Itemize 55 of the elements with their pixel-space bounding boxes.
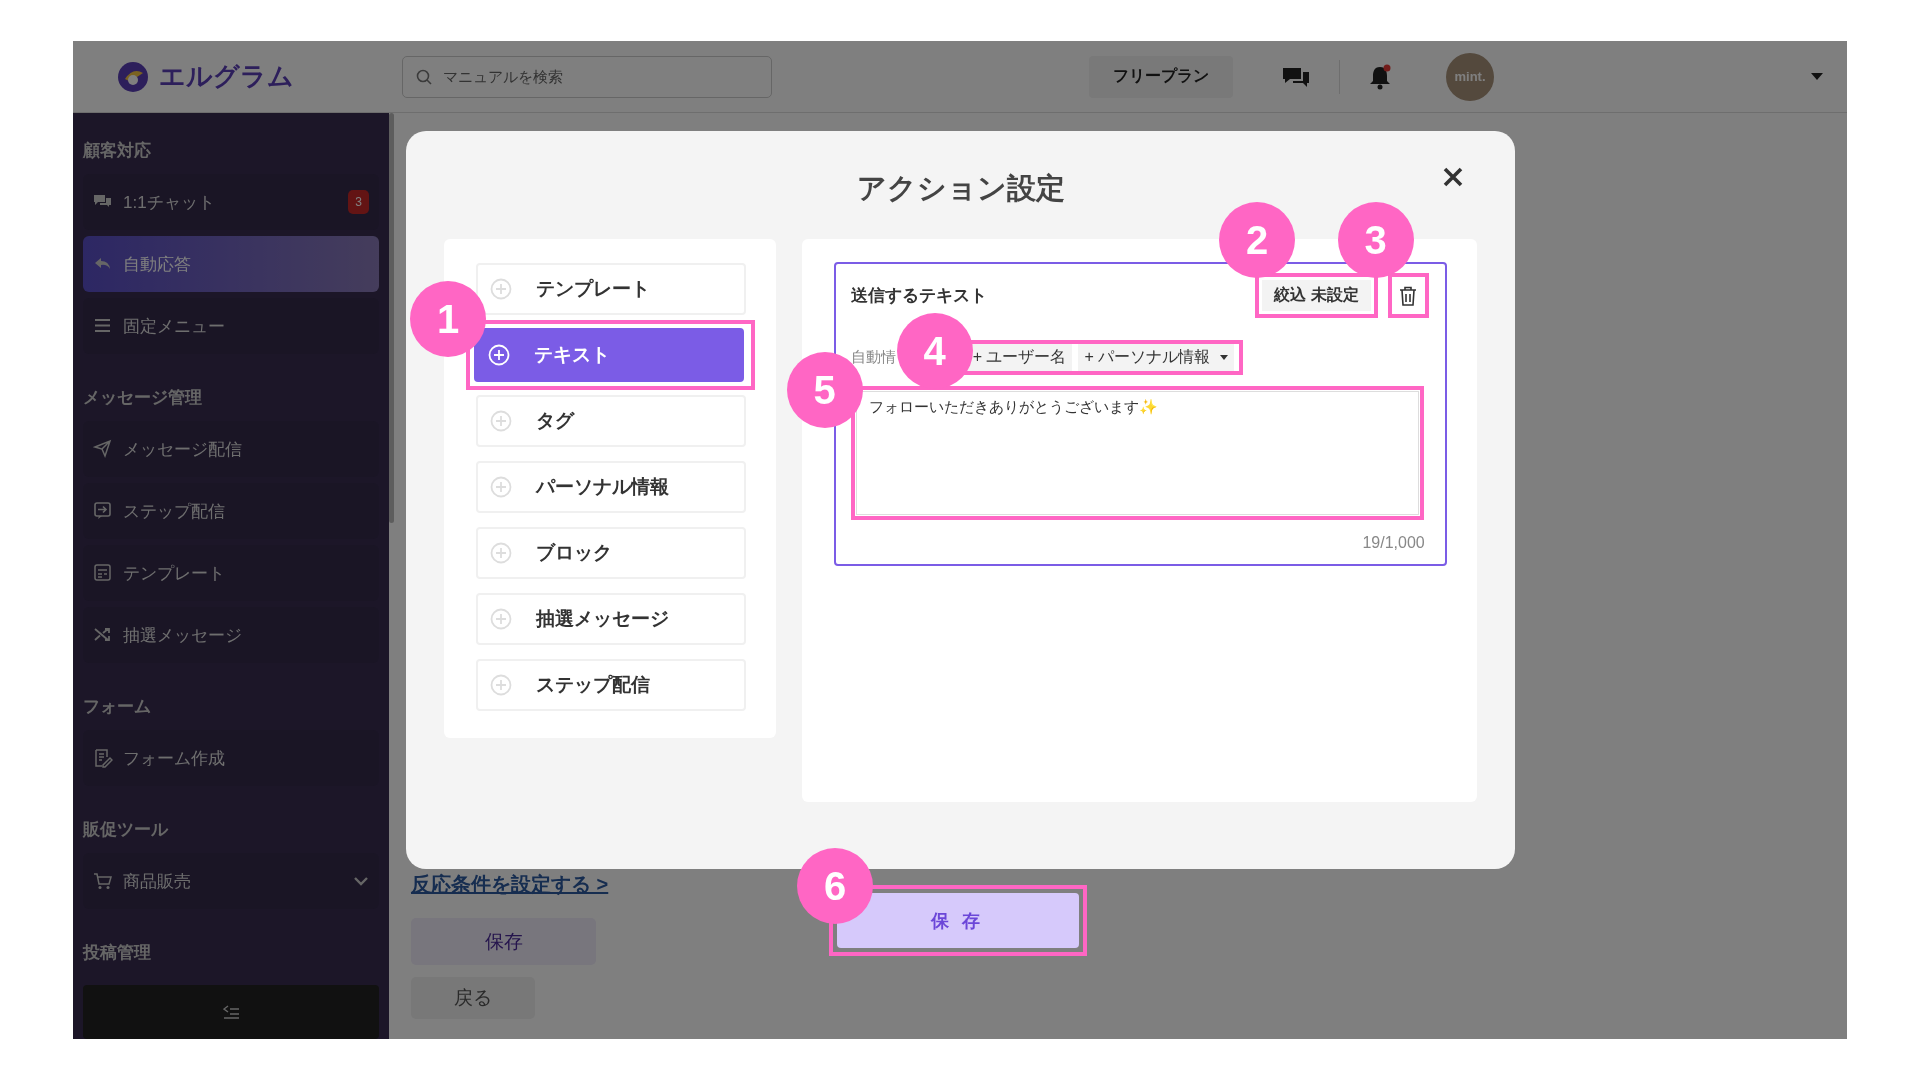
avatar[interactable]: mint.: [1446, 52, 1494, 101]
card-icon: [93, 563, 113, 583]
plus-circle-icon: [490, 608, 512, 630]
insert-button[interactable]: + ユーザー名: [966, 344, 1073, 371]
plus-circle-icon: [490, 674, 512, 696]
count-badge: 3: [348, 190, 369, 214]
caret-icon[interactable]: [1811, 73, 1823, 80]
logo-text: エルグラム: [159, 60, 294, 93]
document-icon: [93, 748, 113, 768]
save-button[interactable]: 保存: [411, 918, 596, 965]
scrollbar[interactable]: [389, 113, 394, 523]
link[interactable]: 反応条件を設定する >: [411, 871, 609, 898]
plus-circle-icon: [490, 542, 512, 564]
collapse-icon: [222, 1005, 240, 1019]
paper-plane-icon: [93, 439, 113, 459]
plus-circle-icon: [488, 344, 510, 366]
bell-icon[interactable]: [1368, 63, 1392, 90]
plan-button[interactable]: フリープラン: [1089, 55, 1233, 98]
plus-circle-icon: [490, 410, 512, 432]
filter-button[interactable]: 絞込 未設定: [1262, 280, 1371, 311]
logo-icon: [117, 60, 149, 93]
action-type-button[interactable]: テキスト: [474, 328, 744, 382]
close-button[interactable]: [1442, 166, 1464, 188]
action-type-button[interactable]: ブロック: [476, 527, 746, 579]
message-field[interactable]: フォローいただきありがとうございます✨: [855, 391, 1419, 515]
modal-title: アクション設定: [856, 171, 1065, 206]
action-type-button[interactable]: ステップ配信: [476, 659, 746, 711]
close-icon: [1442, 166, 1464, 188]
insert-label: 自動情: [850, 348, 896, 367]
plus-circle-icon: [490, 278, 512, 300]
action-type-button[interactable]: 抽選メッセージ: [476, 593, 746, 645]
search-field[interactable]: マニュアルを検索: [402, 55, 772, 98]
character-counter: 19/1,000: [1362, 534, 1425, 552]
plus-circle-icon: [490, 476, 512, 498]
callout-badge: 1: [410, 281, 486, 357]
action-type-button[interactable]: テンプレート: [476, 263, 746, 315]
action-type-button[interactable]: パーソナル情報: [476, 461, 746, 513]
arrow-box-icon: [93, 501, 113, 521]
insert-button[interactable]: + パーソナル情報: [1078, 344, 1235, 371]
section-title: 販促ツール: [83, 819, 170, 841]
trash-icon: [1399, 285, 1418, 306]
card-title: 送信するテキスト: [850, 285, 987, 307]
section-title: 投稿管理: [83, 942, 152, 964]
callout-badge: 4: [896, 313, 973, 389]
caret-icon: [1220, 355, 1229, 360]
back-button[interactable]: 戻る: [411, 977, 535, 1019]
section-title: 顧客対応: [83, 140, 152, 162]
callout-badge: 3: [1337, 202, 1414, 278]
action-type-button[interactable]: タグ: [476, 395, 746, 447]
search-icon: [416, 68, 432, 85]
callout-badge: 2: [1219, 202, 1296, 278]
cart-icon: [93, 871, 113, 891]
section-title: フォーム: [83, 696, 152, 718]
sidebar-item[interactable]: 自動応答: [83, 236, 379, 292]
section-title: メッセージ管理: [83, 387, 203, 409]
